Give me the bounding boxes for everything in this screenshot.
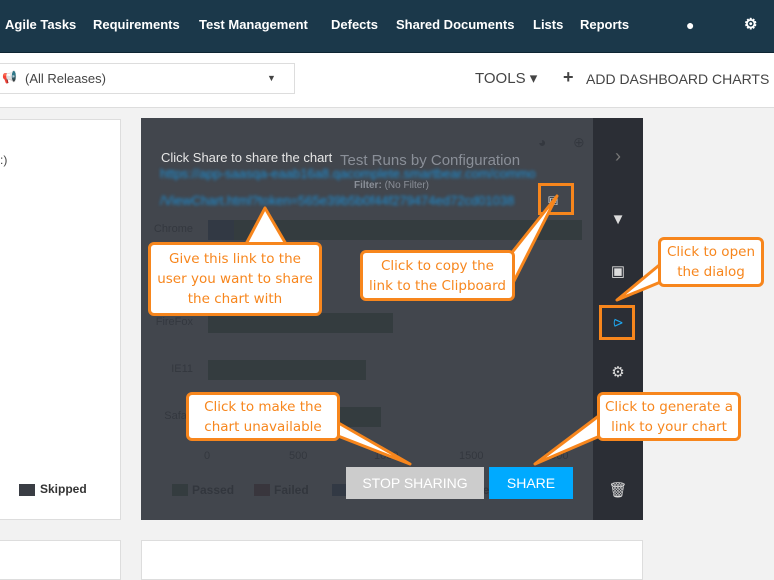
top-nav: Agile Tasks Requirements Test Management… bbox=[0, 0, 774, 53]
share-instruction: Click Share to share the chart bbox=[161, 150, 333, 165]
left-chart-card: :) Skipped bbox=[0, 119, 121, 520]
nav-requirements[interactable]: Requirements bbox=[93, 17, 180, 32]
chart-title: Test Runs by Configuration bbox=[340, 152, 521, 169]
filter-label: Filter: bbox=[354, 180, 382, 191]
trash-icon[interactable]: 🗑 bbox=[593, 481, 643, 499]
release-value: (All Releases) bbox=[25, 71, 106, 86]
bottom-card bbox=[141, 540, 643, 580]
gear-icon[interactable]: ⚙ bbox=[744, 15, 757, 33]
user-icon[interactable]: ● bbox=[686, 17, 694, 33]
chevron-right-icon[interactable]: › bbox=[593, 146, 643, 167]
release-select[interactable]: 📢 (All Releases) ▼ bbox=[0, 63, 295, 94]
callout-stop: Click to make the chart unavailable bbox=[186, 392, 340, 441]
nav-lists[interactable]: Lists bbox=[533, 17, 563, 32]
nav-defects[interactable]: Defects bbox=[331, 17, 378, 32]
plus-icon: + bbox=[563, 67, 574, 87]
copy-highlight bbox=[538, 183, 574, 215]
add-dashboard-charts-button[interactable]: ADD DASHBOARD CHARTS bbox=[586, 71, 769, 87]
filter-value: (No Filter) bbox=[384, 180, 430, 191]
nav-reports[interactable]: Reports bbox=[580, 17, 629, 32]
nav-agile-tasks[interactable]: Agile Tasks bbox=[5, 17, 76, 32]
legend-swatch-skipped bbox=[19, 484, 35, 496]
chevron-down-icon: ▼ bbox=[267, 73, 276, 83]
nav-shared-documents[interactable]: Shared Documents bbox=[396, 17, 514, 32]
filter-fragment: :) bbox=[0, 153, 8, 167]
tools-menu[interactable]: TOOLS ▾ bbox=[475, 69, 537, 87]
callout-open: Click to open the dialog bbox=[658, 237, 764, 287]
legend-skipped: Skipped bbox=[40, 482, 87, 496]
share-icon-highlight bbox=[599, 305, 635, 340]
filter-icon[interactable]: ▼ bbox=[593, 211, 643, 228]
settings-icon[interactable]: ⚙ bbox=[593, 363, 643, 381]
bottom-left-card bbox=[0, 540, 121, 580]
callout-generate: Click to generate a link to your chart bbox=[597, 392, 741, 441]
share-button[interactable]: SHARE bbox=[489, 467, 573, 499]
megaphone-icon: 📢 bbox=[2, 70, 17, 84]
callout-link: Give this link to the user you want to s… bbox=[148, 242, 322, 316]
stop-sharing-button[interactable]: STOP SHARING bbox=[346, 467, 484, 499]
share-link-line2[interactable]: /ViewChart.html?token=565e39b5b0f44f2794… bbox=[160, 193, 535, 208]
image-icon[interactable]: ▣ bbox=[593, 262, 643, 280]
nav-test-management[interactable]: Test Management bbox=[199, 17, 308, 32]
callout-copy: Click to copy the link to the Clipboard bbox=[360, 250, 515, 301]
